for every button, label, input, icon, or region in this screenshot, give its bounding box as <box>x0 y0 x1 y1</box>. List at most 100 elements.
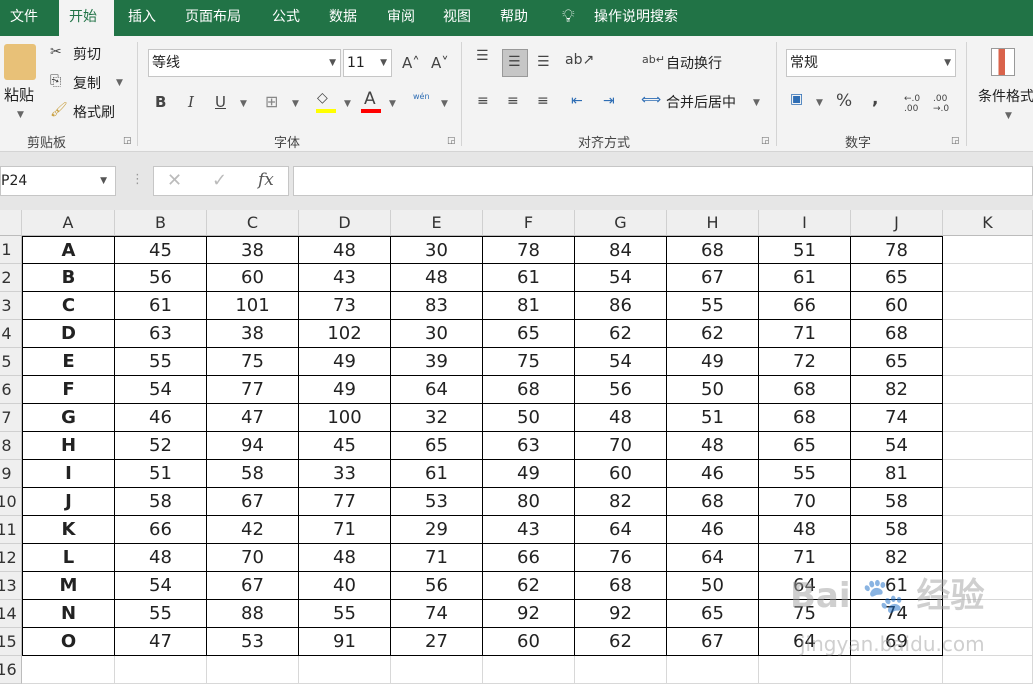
decrease-decimal-icon[interactable]: .00 →.0 <box>933 94 949 114</box>
cell[interactable]: 68 <box>851 320 943 348</box>
font-name-select[interactable]: 等线 ▼ <box>148 49 341 77</box>
cell[interactable]: 49 <box>483 460 575 488</box>
cell[interactable]: 74 <box>851 600 943 628</box>
cell[interactable]: 71 <box>759 320 851 348</box>
cell[interactable]: M <box>22 572 115 600</box>
cell[interactable]: 82 <box>575 488 667 516</box>
cell[interactable]: 58 <box>115 488 207 516</box>
cell[interactable]: 74 <box>851 404 943 432</box>
cell[interactable] <box>943 264 1033 292</box>
paste-icon[interactable] <box>4 44 36 80</box>
italic-button[interactable]: I <box>188 93 194 111</box>
cell[interactable]: 68 <box>667 236 759 264</box>
tell-me-search[interactable]: 操作说明搜索 <box>584 0 688 36</box>
cell[interactable]: 32 <box>391 404 483 432</box>
chevron-down-icon[interactable]: ▼ <box>344 99 351 109</box>
decrease-font-icon[interactable]: A˅ <box>431 54 449 72</box>
cell[interactable]: 38 <box>207 320 299 348</box>
cell[interactable] <box>115 656 207 684</box>
cell[interactable]: 54 <box>575 264 667 292</box>
cell[interactable]: 75 <box>759 600 851 628</box>
cell[interactable]: 78 <box>851 236 943 264</box>
font-size-select[interactable]: 11 ▼ <box>343 49 392 77</box>
cell[interactable]: 60 <box>207 264 299 292</box>
cell[interactable]: 74 <box>391 600 483 628</box>
chevron-down-icon[interactable]: ▼ <box>441 99 448 109</box>
cell[interactable]: 39 <box>391 348 483 376</box>
dialog-launcher-icon[interactable]: ◲ <box>761 136 770 146</box>
cell[interactable]: 42 <box>207 516 299 544</box>
cell[interactable]: 53 <box>207 628 299 656</box>
cell[interactable]: 61 <box>483 264 575 292</box>
bold-button[interactable]: B <box>155 93 166 111</box>
cell[interactable]: 81 <box>851 460 943 488</box>
align-right-icon[interactable]: ≡ <box>537 93 549 109</box>
copy-button[interactable]: 复制 <box>73 73 101 93</box>
chevron-down-icon[interactable]: ▼ <box>240 99 247 109</box>
cell[interactable]: 45 <box>115 236 207 264</box>
cell[interactable]: 51 <box>759 236 851 264</box>
cell[interactable]: 56 <box>575 376 667 404</box>
cell[interactable] <box>943 572 1033 600</box>
cell[interactable]: 54 <box>115 376 207 404</box>
align-center-icon[interactable]: ≡ <box>507 93 519 109</box>
cell[interactable]: 65 <box>759 432 851 460</box>
tab-insert[interactable]: 插入 <box>118 0 166 36</box>
cell[interactable]: 78 <box>483 236 575 264</box>
cell[interactable]: K <box>22 516 115 544</box>
cell[interactable] <box>851 656 943 684</box>
cell[interactable] <box>22 656 115 684</box>
align-top-icon[interactable]: ☰ <box>476 48 489 64</box>
cancel-icon[interactable]: ✕ <box>167 170 182 191</box>
cell[interactable]: 76 <box>575 544 667 572</box>
cell[interactable]: D <box>22 320 115 348</box>
cell[interactable]: 101 <box>207 292 299 320</box>
row-header[interactable]: 12 <box>0 544 22 572</box>
cell[interactable]: 45 <box>299 432 391 460</box>
cell[interactable]: 75 <box>207 348 299 376</box>
cell[interactable]: H <box>22 432 115 460</box>
format-painter-button[interactable]: 格式刷 <box>73 102 115 122</box>
formula-input[interactable] <box>293 166 1033 196</box>
cell[interactable]: 100 <box>299 404 391 432</box>
cell[interactable]: 48 <box>759 516 851 544</box>
cell[interactable]: 80 <box>483 488 575 516</box>
cell[interactable]: 48 <box>667 432 759 460</box>
cell[interactable]: 48 <box>391 264 483 292</box>
cell[interactable] <box>667 656 759 684</box>
cell[interactable]: N <box>22 600 115 628</box>
cell[interactable]: G <box>22 404 115 432</box>
cell[interactable]: 29 <box>391 516 483 544</box>
cell[interactable]: 67 <box>207 572 299 600</box>
row-header[interactable]: 8 <box>0 432 22 460</box>
fill-color-icon[interactable]: ◇ <box>317 90 328 106</box>
cell[interactable]: 71 <box>391 544 483 572</box>
cell[interactable]: 27 <box>391 628 483 656</box>
row-header[interactable]: 9 <box>0 460 22 488</box>
cell[interactable]: 68 <box>483 376 575 404</box>
cell[interactable]: 67 <box>207 488 299 516</box>
tab-page-layout[interactable]: 页面布局 <box>175 0 251 36</box>
row-header[interactable]: 6 <box>0 376 22 404</box>
cell[interactable]: 51 <box>667 404 759 432</box>
cell[interactable]: 30 <box>391 320 483 348</box>
conditional-formatting-icon[interactable] <box>991 48 1015 76</box>
increase-decimal-icon[interactable]: ←.0.00 <box>904 94 920 114</box>
column-header[interactable]: J <box>851 210 943 236</box>
cell[interactable]: 68 <box>759 376 851 404</box>
cell[interactable]: 60 <box>851 292 943 320</box>
cell[interactable] <box>943 320 1033 348</box>
cell[interactable]: 69 <box>851 628 943 656</box>
cell[interactable]: A <box>22 236 115 264</box>
cell[interactable]: 43 <box>483 516 575 544</box>
row-header[interactable]: 15 <box>0 628 22 656</box>
cell[interactable] <box>943 460 1033 488</box>
cell[interactable]: 61 <box>759 264 851 292</box>
cut-button[interactable]: 剪切 <box>73 44 101 64</box>
column-header[interactable]: D <box>299 210 391 236</box>
cell[interactable]: F <box>22 376 115 404</box>
cell[interactable]: B <box>22 264 115 292</box>
cell[interactable] <box>575 656 667 684</box>
cell[interactable]: 58 <box>207 460 299 488</box>
cell[interactable]: 65 <box>667 600 759 628</box>
